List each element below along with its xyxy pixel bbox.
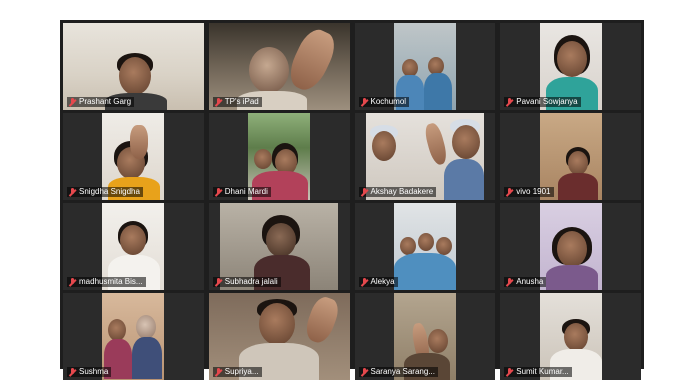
- participant-name: Pavani Sowjanya: [516, 97, 578, 106]
- video-tile[interactable]: Sushma: [63, 293, 204, 380]
- video-tile[interactable]: Prashant Garg: [63, 23, 204, 110]
- video-tile[interactable]: Sumit Kumar...: [500, 293, 641, 380]
- participant-name-tag: madhusmita Bis...: [67, 277, 146, 287]
- participant-name: madhusmita Bis...: [79, 277, 143, 286]
- video-tile[interactable]: Alekya: [354, 203, 496, 290]
- video-tile[interactable]: Supriya...: [208, 293, 350, 380]
- video-tile[interactable]: Dhani Mardi: [208, 113, 350, 200]
- participant-name-tag: Anusha: [504, 277, 547, 287]
- participant-name-tag: Kochumol: [358, 97, 410, 107]
- participant-name-tag: Alekya: [358, 277, 398, 287]
- mic-muted-icon: [68, 97, 77, 107]
- participant-name: Akshay Badakere: [370, 187, 434, 196]
- video-feed: [102, 293, 165, 380]
- video-tile[interactable]: Subhadra jalali: [208, 203, 350, 290]
- participant-name-tag: Snigdha Snigdha: [67, 187, 143, 197]
- participant-name-tag: Prashant Garg: [67, 97, 135, 107]
- participant-name: Kochumol: [370, 97, 407, 106]
- mic-muted-icon: [214, 97, 223, 107]
- participant-name: TP's iPad: [224, 97, 259, 106]
- mic-muted-icon: [360, 277, 369, 287]
- mic-muted-icon: [505, 277, 514, 287]
- video-tile[interactable]: TP's iPad: [208, 23, 350, 110]
- participant-name: Alekya: [370, 277, 395, 286]
- mic-muted-icon: [360, 187, 369, 197]
- participant-name: Subhadra jalali: [224, 277, 278, 286]
- video-tile[interactable]: Snigdha Snigdha: [63, 113, 204, 200]
- participant-name: Anusha: [516, 277, 544, 286]
- participant-name: Snigdha Snigdha: [79, 187, 140, 196]
- gallery-view: Prashant Garg TP's iPad Kochumol Pavani …: [60, 20, 644, 380]
- participant-name: Dhani Mardi: [224, 187, 268, 196]
- participant-name-tag: Akshay Badakere: [358, 187, 437, 197]
- mic-muted-icon: [214, 277, 223, 287]
- participant-name-tag: Subhadra jalali: [212, 277, 281, 287]
- mic-muted-icon: [360, 97, 369, 107]
- participant-name: Prashant Garg: [79, 97, 132, 106]
- mic-muted-icon: [505, 187, 514, 197]
- video-tile[interactable]: Pavani Sowjanya: [500, 23, 641, 110]
- video-tile[interactable]: Akshay Badakere: [354, 113, 496, 200]
- video-tile[interactable]: Saranya Sarang...: [354, 293, 496, 380]
- participant-name-tag: Pavani Sowjanya: [504, 97, 581, 107]
- video-tile[interactable]: vivo 1901: [500, 113, 641, 200]
- video-tile[interactable]: Anusha: [500, 203, 641, 290]
- video-feed: [539, 203, 602, 290]
- participant-name-tag: Dhani Mardi: [212, 187, 271, 197]
- video-feed: [393, 203, 456, 290]
- mic-muted-icon: [214, 187, 223, 197]
- participant-name-tag: TP's iPad: [212, 97, 262, 107]
- mic-muted-icon: [68, 187, 77, 197]
- video-tile[interactable]: madhusmita Bis...: [63, 203, 204, 290]
- video-tile[interactable]: Kochumol: [354, 23, 496, 110]
- participant-name: vivo 1901: [516, 187, 551, 196]
- participant-name-tag: vivo 1901: [504, 187, 554, 197]
- mic-muted-icon: [68, 277, 77, 287]
- mic-muted-icon: [505, 97, 514, 107]
